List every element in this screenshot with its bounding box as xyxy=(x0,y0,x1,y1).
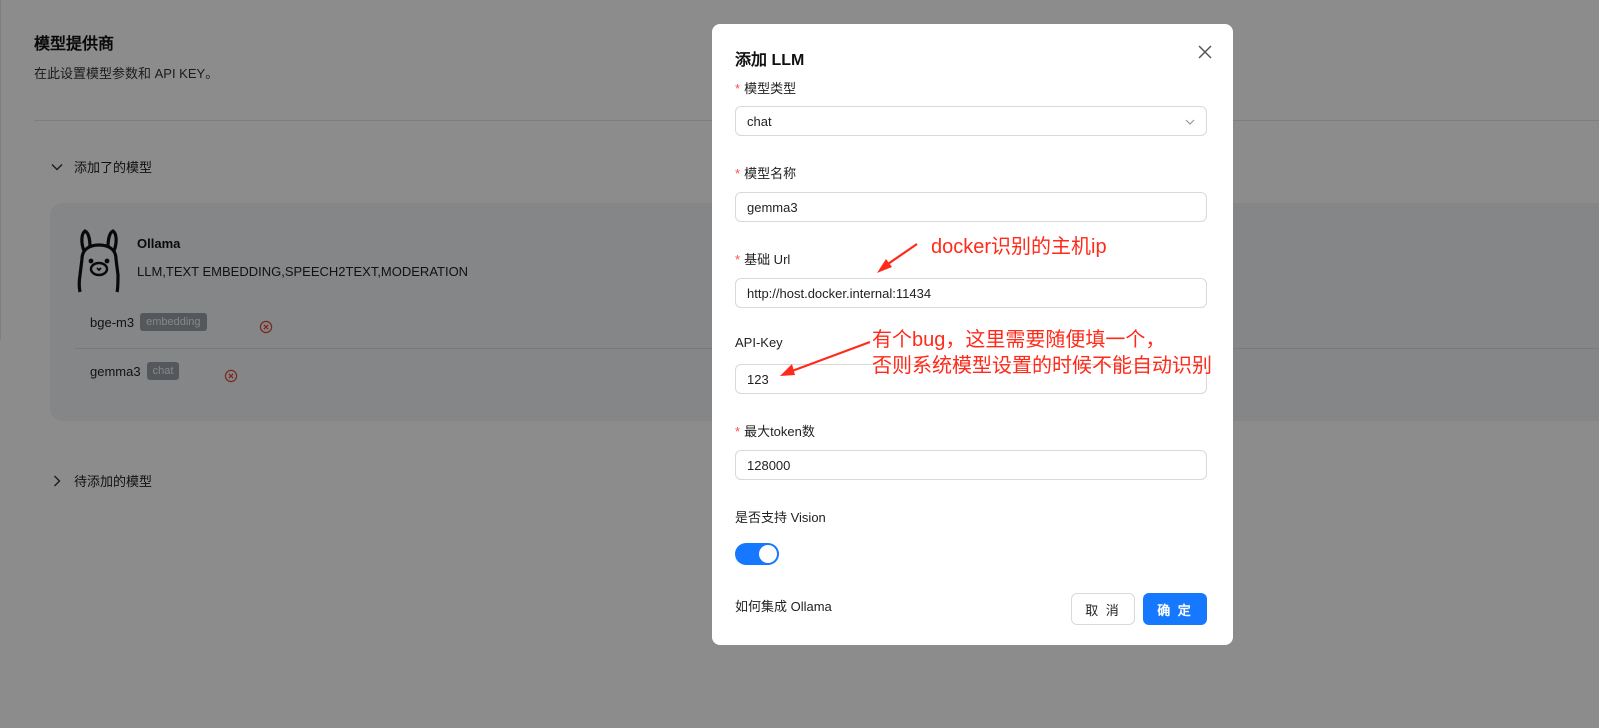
arrow-to-api-key xyxy=(780,340,871,376)
arrow-to-base-url xyxy=(877,243,918,273)
annotation-base-url-note: docker识别的主机ip xyxy=(931,236,1107,258)
annotation-arrows xyxy=(780,243,918,376)
annotation-api-key-note-line1: 有个bug，这里需要随便填一个， xyxy=(872,329,1166,351)
annotation-api-key-note-line2: 否则系统模型设置的时候不能自动识别 xyxy=(872,355,1212,377)
